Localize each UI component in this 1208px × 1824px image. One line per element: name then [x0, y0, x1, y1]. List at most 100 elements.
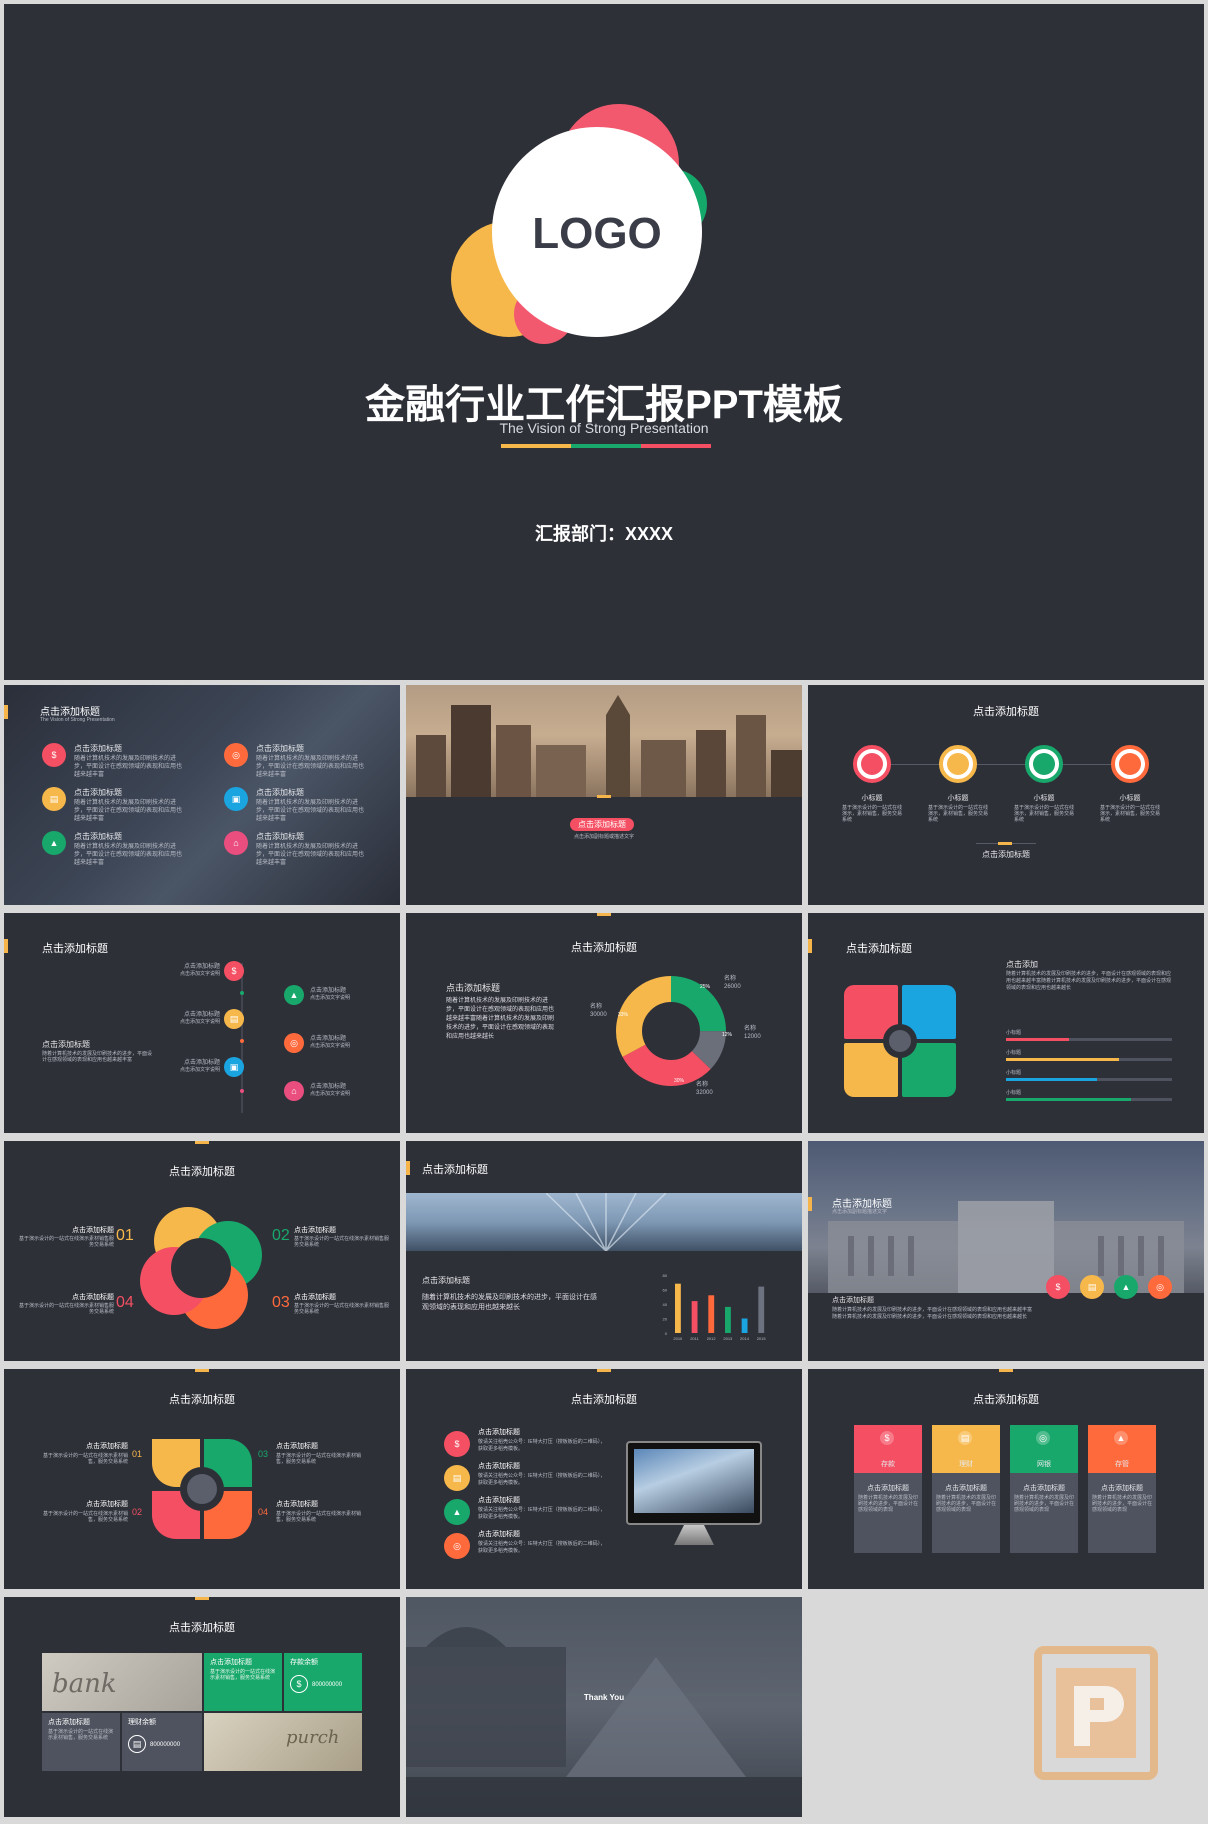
document-icon: ▤ [224, 1009, 244, 1029]
bar-fill [1006, 1038, 1070, 1041]
slide-monitor[interactable]: 点击添加标题 $ ▤ ▲ ◎ 点击添加标题 敬请关注稻壳公众号：IE特大打压（搜… [406, 1369, 802, 1589]
item-title: 点击添加标题 [478, 1497, 520, 1504]
document-icon: ▤ [1080, 1275, 1104, 1299]
circle-label: 小标题 [947, 795, 969, 802]
chart-icon [1025, 745, 1063, 783]
bar [725, 1306, 731, 1333]
bar-fill [1006, 1058, 1119, 1061]
slide-tree[interactable]: 点击添加标题 点击添加标题 随着计算机技术的发展及印刷技术的进步，平面设计在感观… [4, 913, 400, 1133]
item-title: 点击添加标题 [86, 1443, 128, 1450]
node-sub: 点击添加文字说明 [310, 1091, 351, 1097]
item-desc: 随着计算机技术的发展及印刷技术的进步，平面设计在感观领域的表现和应用也越来越丰富 [74, 756, 183, 778]
slide-title: 点击添加标题 [973, 706, 1039, 718]
card-icon: ▣ [224, 787, 248, 811]
y-tick-label: 40 [663, 1302, 668, 1307]
column-title: 点击添加标题 [1023, 1485, 1065, 1492]
num-01: 01 [132, 1449, 143, 1459]
item-title: 点击添加标题 [256, 744, 304, 753]
document-icon: ▤ [42, 787, 66, 811]
gray-title: 点击添加标题 [48, 1719, 90, 1726]
x-tick-label: 2010 [673, 1336, 683, 1341]
column-desc: 随着计算机技术的发展及印刷技术的进步，平面设计在感观领域的表现 [936, 1495, 997, 1513]
item-desc: 随着计算机技术的发展及印刷技术的进步，平面设计在感观领域的表现和应用也越来越丰富 [74, 844, 183, 866]
y-tick-label: 0 [665, 1331, 668, 1336]
slice-value: 12000 [744, 1034, 761, 1040]
slide-four-columns[interactable]: 点击添加标题 $ ▤ ◎ ▲ 存款 理财 网银 存管 点击添加标题 点击添加标题… [808, 1369, 1204, 1589]
slide-list-six[interactable]: 点击添加标题 The Vision of Strong Presentation… [4, 685, 400, 905]
document-icon: ▤ [444, 1465, 470, 1491]
slide-subtitle: The Vision of Strong Presentation [40, 717, 115, 723]
money-bag-icon: $ [1046, 1275, 1070, 1299]
slide-section-city[interactable]: 点击添加标题 点击添加副标题或描述文字 [406, 685, 802, 905]
x-tick-label: 2011 [690, 1336, 699, 1341]
column-desc: 随着计算机技术的发展及印刷技术的进步，平面设计在感观领域的表现 [1092, 1495, 1153, 1513]
slide-four-circles[interactable]: 点击添加标题 小标题 小标题 小标题 小标题 基于演示设计的一站式在线演示，素材… [808, 685, 1204, 905]
column-title: 点击添加标题 [867, 1485, 909, 1492]
bar [691, 1301, 698, 1333]
slide-bank-grid[interactable]: 点击添加标题 bank 点击添加标题 基于演示设计的一站式在线演示素材销售，服务… [4, 1597, 400, 1817]
item-desc: 敬请关注稻壳公众号：IE特大打压（搜板板后的二维码），获取更多稻壳模板。 [478, 1541, 606, 1554]
money-bag-icon: $ [444, 1431, 470, 1457]
slide-title: 点击添加标题 [973, 1394, 1039, 1406]
globe-icon [1111, 745, 1149, 783]
body-title: 点击添加标题 [446, 983, 501, 993]
item-desc: 基于演示设计的一站式在线演示素材销售，服务交易系统 [42, 1511, 128, 1523]
item-title: 点击添加标题 [86, 1501, 128, 1508]
slide-title: 点击添加标题 [169, 1622, 235, 1634]
green-title: 点击添加标题 [210, 1659, 252, 1666]
slide-bank-photo[interactable]: 点击添加标题 点击添加副标题描述文字 $ ▤ ▲ ◎ 点击添加标题 随着计算机技… [808, 1141, 1204, 1361]
home-icon: ⌂ [284, 1081, 304, 1101]
accent-mark [998, 842, 1012, 845]
bar-label: 小标题 [1006, 1050, 1022, 1056]
slice-name: 名称 [724, 976, 737, 982]
chart-icon: ▲ [444, 1499, 470, 1525]
accent-mark [195, 1141, 209, 1144]
bar [758, 1286, 765, 1333]
x-tick-label: 2012 [707, 1336, 717, 1341]
slide-title: 点击添加标题 [169, 1166, 235, 1178]
bar-chart: 80 60 40 20 0 2010 2011 2012 2013 2014 2015 [663, 1273, 767, 1341]
money-bag-icon [853, 745, 891, 783]
document-icon: ▤ [128, 1735, 146, 1753]
slide-title: 点击添加标题 [422, 1164, 488, 1176]
slide-four-petals[interactable]: 点击添加标题 01 02 03 04 点击添加标题 基于演示设计的一站式在线演示… [4, 1141, 400, 1361]
slide-bar-chart[interactable]: 点击添加标题 点击添加标题 随着计算机技术的发展及印刷技术的进步，平面设计在感观… [406, 1141, 802, 1361]
accent-mark [597, 1369, 611, 1372]
node-sub: 点击添加文字说明 [179, 971, 220, 977]
gray-desc: 基于演示设计的一站式在线演示素材销售，服务交易系统 [48, 1729, 114, 1741]
accent-bar [4, 939, 8, 953]
y-tick-label: 20 [663, 1317, 668, 1322]
wealth-value: 800000000 [150, 1742, 181, 1748]
globe-icon: ◎ [1148, 1275, 1172, 1299]
home-icon: ⌂ [224, 831, 248, 855]
bar-track [1006, 1058, 1172, 1061]
monitor [626, 1441, 762, 1525]
bar-track [1006, 1078, 1172, 1081]
globe-icon: ◎ [1036, 1431, 1050, 1445]
node-sub: 点击添加文字说明 [179, 1067, 220, 1073]
body-text: 随着计算机技术的发展及印刷技术的进步，平面设计在感观领域的表现和应用也越来越丰富… [446, 998, 555, 1040]
info-text: 随着计算机技术的发展及印刷技术的进步，平面设计在感观领域的表现和应用也越来越丰富… [1006, 971, 1172, 991]
card-icon: ▣ [224, 1057, 244, 1077]
item-title: 点击添加标题 [478, 1531, 520, 1538]
slide-four-leaves[interactable]: 点击添加标题 01 03 02 04 点击添加标题 基于演示设计的一站式在线演示… [4, 1369, 400, 1589]
money-bag-icon: $ [42, 743, 66, 767]
slide-donut[interactable]: 点击添加标题 点击添加标题 随着计算机技术的发展及印刷技术的进步，平面设计在感观… [406, 913, 802, 1133]
accent-bar [808, 1197, 812, 1211]
slide-quad-bars[interactable]: 点击添加标题 点击添加 随着计算机技术的发展及印刷技术的进步，平面设计在感观领域… [808, 913, 1204, 1133]
node-sub: 点击添加文字说明 [310, 1043, 351, 1049]
bar-track [1006, 1098, 1172, 1101]
item-title: 点击添加标题 [294, 1294, 336, 1301]
money-bag-icon: $ [224, 961, 244, 981]
cover-slide[interactable]: LOGO 金融行业工作汇报PPT模板 The Vision of Strong … [4, 4, 1204, 680]
document-icon [939, 745, 977, 783]
thank-you-text: Thank You [583, 1693, 625, 1702]
item-desc: 基于演示设计的一站式在线演示素材销售服务交易系统 [294, 1236, 390, 1248]
slide-thank-you[interactable]: Thank You [406, 1597, 802, 1817]
column-tab: 存管 [1115, 1461, 1129, 1468]
item-title: 点击添加标题 [276, 1501, 318, 1508]
money-bag-icon: $ [880, 1431, 894, 1445]
item-title: 点击添加标题 [294, 1227, 336, 1234]
item-title: 点击添加标题 [256, 788, 304, 797]
circle-desc: 基于演示设计的一站式在线演示，素材销售，服务交易系统 [1100, 805, 1161, 823]
